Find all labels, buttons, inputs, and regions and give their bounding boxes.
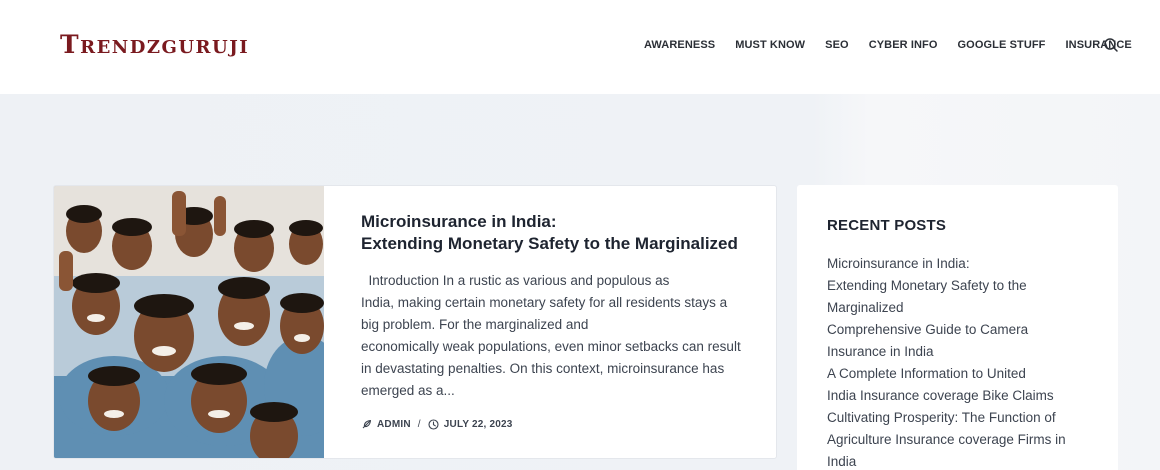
recent-post-line: India Insurance coverage Bike Claims — [827, 388, 1054, 403]
excerpt-line: big problem. For the marginalized and — [361, 317, 589, 332]
list-item: Microinsurance in India: Extending Monet… — [827, 253, 1088, 319]
recent-post-line: Marginalized — [827, 300, 904, 315]
list-item: Comprehensive Guide to Camera Insurance … — [827, 319, 1088, 363]
nav-item-must-know[interactable]: MUST KNOW — [725, 36, 815, 54]
widget-title: RECENT POSTS — [827, 217, 947, 234]
post-meta: ADMIN / JULY 22, 2023 — [361, 417, 756, 431]
clock-icon — [428, 418, 439, 430]
recent-posts-list: Microinsurance in India: Extending Monet… — [827, 253, 1088, 470]
excerpt-line: India, making certain monetary safety fo… — [361, 295, 728, 310]
post-title-line: Extending Monetary Safety to the Margina… — [361, 234, 738, 253]
meta-separator: / — [417, 418, 421, 430]
nav-item-cyber-info[interactable]: CYBER INFO — [859, 36, 948, 54]
recent-post-line: Agriculture Insurance coverage Firms in — [827, 432, 1066, 447]
nav-item-awareness[interactable]: AWARENESS — [634, 36, 725, 54]
excerpt-line: in devastating penalties. On this contex… — [361, 361, 725, 376]
post-date-link[interactable]: JULY 22, 2023 — [444, 419, 513, 430]
post-content: Microinsurance in India: Extending Monet… — [324, 186, 776, 458]
post-author-link[interactable]: ADMIN — [377, 419, 411, 430]
excerpt-line: emerged as a... — [361, 383, 455, 398]
recent-post-link[interactable]: Comprehensive Guide to Camera Insurance … — [827, 319, 1088, 363]
recent-post-line: Insurance in India — [827, 344, 934, 359]
recent-post-link[interactable]: Microinsurance in India: Extending Monet… — [827, 253, 1088, 319]
site-header: Trendzguruji AWARENESS MUST KNOW SEO CYB… — [0, 0, 1160, 94]
recent-post-line: Extending Monetary Safety to the — [827, 278, 1027, 293]
excerpt-line: economically weak populations, even mino… — [361, 339, 741, 354]
sidebar-widget: RECENT POSTS Microinsurance in India: Ex… — [797, 185, 1118, 470]
nav-item-seo[interactable]: SEO — [815, 36, 859, 54]
nav-item-insurance[interactable]: INSURANCE — [1056, 36, 1142, 54]
post-title[interactable]: Microinsurance in India: Extending Monet… — [361, 211, 756, 255]
recent-post-line: A Complete Information to United — [827, 366, 1026, 381]
primary-nav: AWARENESS MUST KNOW SEO CYBER INFO GOOGL… — [634, 36, 1142, 54]
search-icon[interactable] — [1102, 36, 1120, 54]
recent-post-line: Comprehensive Guide to Camera — [827, 322, 1029, 337]
recent-post-line: Cultivating Prosperity: The Function of — [827, 410, 1056, 425]
post-card: Microinsurance in India: Extending Monet… — [53, 185, 777, 459]
recent-post-link[interactable]: Cultivating Prosperity: The Function of … — [827, 407, 1088, 470]
list-item: A Complete Information to United India I… — [827, 363, 1088, 407]
post-excerpt: Introduction In a rustic as various and … — [361, 270, 756, 402]
post-thumbnail[interactable] — [54, 186, 324, 458]
recent-post-link[interactable]: A Complete Information to United India I… — [827, 363, 1088, 407]
excerpt-line: Introduction In a rustic as various and … — [361, 273, 670, 288]
feather-icon — [361, 419, 372, 430]
nav-item-google-stuff[interactable]: GOOGLE STUFF — [948, 36, 1056, 54]
recent-post-line: Microinsurance in India: — [827, 256, 970, 271]
post-title-line: Microinsurance in India: — [361, 212, 557, 231]
site-logo[interactable]: Trendzguruji — [60, 31, 249, 59]
list-item: Cultivating Prosperity: The Function of … — [827, 407, 1088, 470]
recent-post-line: India — [827, 454, 857, 469]
